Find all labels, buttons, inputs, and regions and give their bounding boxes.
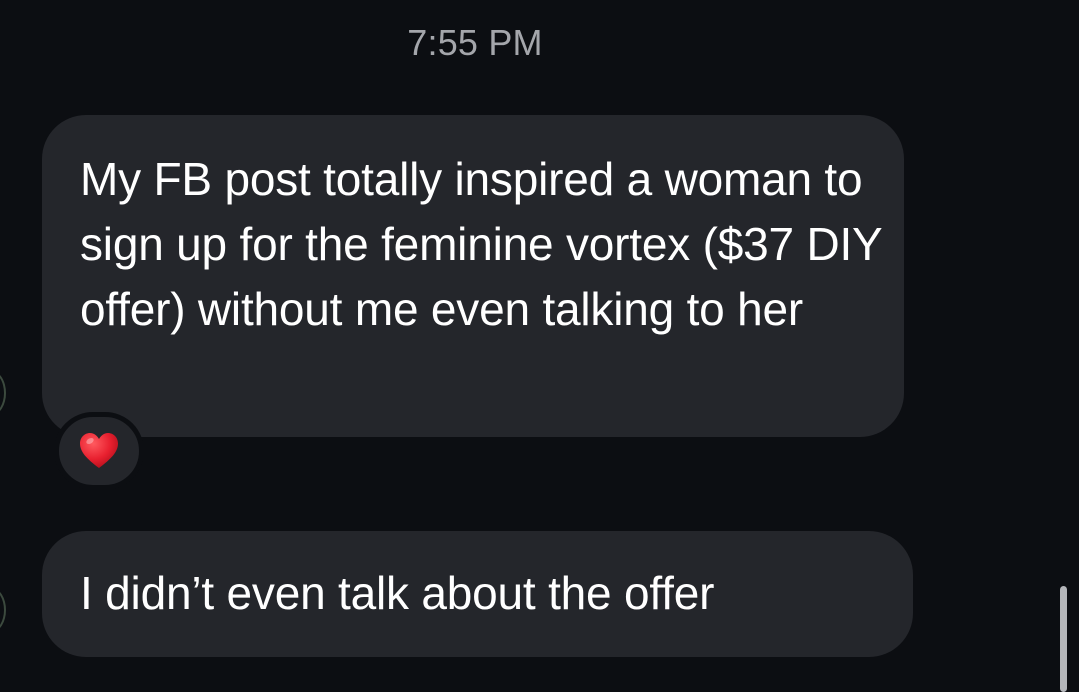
reaction-badge[interactable] xyxy=(54,412,144,490)
message-bubble[interactable]: My FB post totally inspired a woman to s… xyxy=(42,115,904,437)
message-text: I didn’t even talk about the offer xyxy=(80,567,715,619)
sender-avatar[interactable] xyxy=(0,371,6,415)
message-timestamp: 7:55 PM xyxy=(407,22,543,63)
sender-avatar[interactable] xyxy=(0,588,6,632)
red-heart-icon xyxy=(80,433,118,468)
scrollbar-thumb[interactable] xyxy=(1060,586,1067,692)
message-text: My FB post totally inspired a woman to s… xyxy=(80,153,882,335)
message-bubble[interactable]: I didn’t even talk about the offer xyxy=(42,531,913,657)
